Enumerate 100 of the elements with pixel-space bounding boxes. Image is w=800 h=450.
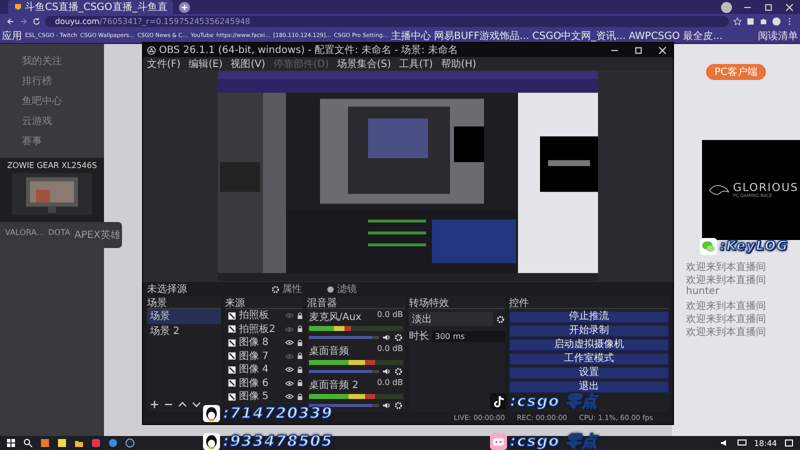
maximize-icon[interactable]	[763, 2, 774, 12]
db-reading: 0.0 dB	[377, 344, 403, 355]
handle-text: :csgo 零点	[510, 392, 598, 411]
source-name: 拍照板2	[239, 322, 276, 336]
chat-bubbles-icon	[700, 238, 717, 255]
tv-face-icon	[490, 433, 507, 450]
menu-item[interactable]: 工具(T)	[399, 56, 433, 70]
lock-icon[interactable]	[297, 366, 303, 374]
close-icon[interactable]	[784, 2, 795, 12]
menu-item[interactable]: 帮助(H)	[440, 56, 476, 70]
browser-icon[interactable]	[108, 438, 118, 448]
control-button[interactable]: 工作室模式	[509, 353, 669, 365]
category-link[interactable]: APEX英雄	[74, 228, 120, 242]
chat-message: 欢迎来到本直播间	[686, 300, 767, 312]
back-icon[interactable]	[6, 16, 15, 26]
control-button[interactable]: 启动虚拟摄像机	[509, 339, 669, 351]
filters-button[interactable]: 滤镜	[326, 282, 357, 296]
properties-button[interactable]: 属性	[271, 282, 302, 296]
gear-icon[interactable]	[394, 367, 403, 376]
lock-icon[interactable]	[297, 352, 303, 360]
banner-title: ZOWIE GEAR XL2546S	[7, 161, 97, 170]
source-item[interactable]: 拍照板2	[225, 322, 303, 336]
gear-icon[interactable]	[496, 314, 505, 324]
control-button[interactable]: 退出	[509, 381, 669, 393]
gear-icon	[271, 284, 280, 294]
bookmark-link[interactable]: 网易BUFF游戏饰品...	[434, 28, 530, 42]
duration-label: 时长	[409, 330, 429, 343]
menu-item[interactable]: 场景集合(S)	[336, 56, 392, 70]
menu-item[interactable]: 编辑(E)	[188, 56, 223, 70]
close-icon[interactable]	[657, 44, 668, 56]
new-tab-icon[interactable]	[179, 2, 190, 12]
address-field[interactable]: douyu.com/7605341?_r=0.15975245356245948	[45, 16, 729, 26]
gear-icon[interactable]	[394, 401, 403, 410]
wechat-id: :KeyLOG	[720, 239, 788, 254]
reload-icon[interactable]	[32, 16, 41, 26]
folder-icon[interactable]	[74, 438, 84, 448]
image-icon	[228, 352, 236, 360]
profile-icon[interactable]	[721, 2, 732, 12]
avatar-icon[interactable]	[772, 16, 781, 26]
search-icon[interactable]	[23, 438, 33, 448]
lock-icon[interactable]	[297, 325, 303, 334]
source-name: 图像 5	[239, 390, 270, 404]
speaker-icon[interactable]	[382, 401, 391, 410]
bookmark-link[interactable]: CSGO中文网_资讯...	[532, 28, 626, 42]
source-item[interactable]: 图像 8	[225, 336, 303, 350]
transition-dropdown[interactable]: 淡出	[409, 312, 493, 326]
source-item[interactable]: 图像 5	[225, 390, 303, 404]
source-name: 图像 4	[239, 363, 270, 376]
clock[interactable]: 18:44	[754, 438, 777, 448]
chat-message: 欢迎来到本直播间	[686, 260, 767, 273]
forward-icon[interactable]	[19, 16, 28, 26]
menu-item[interactable]: 文件(F)	[147, 56, 181, 70]
source-name: 拍照板	[239, 309, 270, 322]
browser-tab[interactable]: 斗鱼CS直播_CSGO直播_斗鱼直	[8, 0, 174, 14]
channel-name: 桌面音频 2	[309, 378, 359, 392]
bookmark-link[interactable]: 应用	[2, 28, 22, 42]
music-note-icon	[490, 393, 507, 410]
add-icon[interactable]	[150, 400, 159, 409]
scene-item[interactable]: 场景 2	[147, 324, 221, 339]
star-icon[interactable]	[733, 16, 742, 26]
control-button[interactable]: 设置	[509, 367, 669, 379]
speaker-icon[interactable]	[382, 333, 391, 342]
source-item[interactable]: 图像 7	[225, 350, 303, 363]
move-down-icon[interactable]	[192, 400, 201, 409]
bookmark-link[interactable]: AWPCSGO 最全皮...	[628, 28, 723, 42]
lock-icon[interactable]	[297, 379, 303, 388]
lock-icon[interactable]	[297, 338, 303, 347]
chat-message: hunter	[686, 286, 720, 299]
bookmark-link[interactable]: 主播中心	[391, 28, 431, 42]
qq-number: :714720339	[223, 404, 333, 422]
db-reading: 0.0 dB	[377, 378, 403, 389]
reading-list-link[interactable]: 阅读清单	[758, 28, 798, 42]
source-name: 图像 8	[239, 336, 270, 350]
speaker-icon[interactable]	[382, 367, 391, 376]
db-reading: 0.0 dB	[377, 310, 403, 321]
image-icon	[228, 312, 236, 320]
category-link[interactable]: VALORA...	[5, 228, 44, 242]
gear-icon[interactable]	[394, 333, 403, 342]
source-name: 图像 6	[239, 376, 270, 390]
ad-banner[interactable]: ZOWIE GEAR XL2546S	[0, 158, 104, 222]
image-icon	[228, 366, 236, 374]
dock-header: 控件	[509, 296, 669, 309]
source-item[interactable]: 拍照板	[225, 309, 303, 322]
image-icon	[228, 392, 236, 401]
duration-field[interactable]: 300 ms	[432, 330, 505, 342]
control-button[interactable]: 停止推流	[509, 311, 669, 323]
lock-icon[interactable]	[297, 312, 303, 320]
category-link[interactable]: DOTA	[48, 228, 70, 242]
channel-name: 麦克风/Aux	[309, 310, 362, 324]
control-button[interactable]: 开始录制	[509, 325, 669, 337]
no-source-label: 未选择源	[147, 282, 188, 296]
windows-start-icon[interactable]	[6, 438, 16, 448]
source-item[interactable]: 图像 6	[225, 376, 303, 390]
scene-item[interactable]: 场景	[147, 309, 221, 324]
source-item[interactable]: 图像 4	[225, 363, 303, 376]
menu-item[interactable]: 视图(V)	[230, 56, 266, 70]
lock-icon[interactable]	[297, 392, 303, 401]
maximize-icon[interactable]	[633, 44, 644, 56]
move-up-icon[interactable]	[178, 400, 187, 409]
chat-message: 欢迎来到本直播间	[686, 274, 767, 286]
